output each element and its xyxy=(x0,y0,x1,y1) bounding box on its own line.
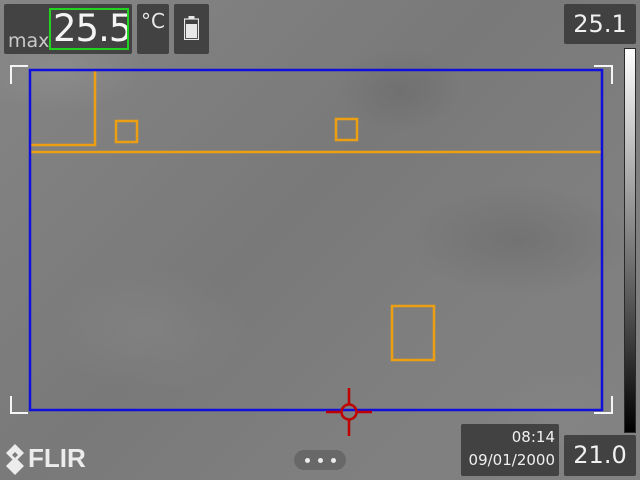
measurement-overlay xyxy=(6,65,613,475)
flir-logo-text: FLIR xyxy=(28,443,86,473)
unit-button[interactable]: °C xyxy=(137,4,169,54)
date-text: 09/01/2000 xyxy=(468,451,555,469)
datetime-panel: 08:14 09/01/2000 xyxy=(461,424,559,476)
orange-box-large[interactable] xyxy=(390,304,436,362)
more-dots-icon xyxy=(305,458,310,463)
color-scale-bar xyxy=(624,48,636,433)
scale-min-value[interactable]: 21.0 xyxy=(564,435,636,476)
spot-meter-crosshair[interactable] xyxy=(326,388,372,436)
max-measurement-panel[interactable]: max 25.5 xyxy=(4,4,132,54)
max-label: max xyxy=(8,30,50,52)
orange-box-small-left[interactable] xyxy=(114,119,139,144)
orange-corner-shape xyxy=(31,71,97,147)
flir-logo-icon xyxy=(6,444,24,475)
corner-bracket-top-left xyxy=(10,65,28,84)
corner-bracket-bottom-left xyxy=(10,396,28,414)
battery-status[interactable] xyxy=(174,4,209,54)
more-dots-icon xyxy=(331,458,336,463)
battery-icon xyxy=(184,16,199,40)
more-menu-button[interactable] xyxy=(294,450,346,470)
scale-max-value[interactable]: 25.1 xyxy=(564,4,636,44)
orange-box-small-center[interactable] xyxy=(334,117,359,142)
time-text: 08:14 xyxy=(511,428,555,446)
more-dots-icon xyxy=(318,458,323,463)
max-value: 25.5 xyxy=(49,8,129,50)
